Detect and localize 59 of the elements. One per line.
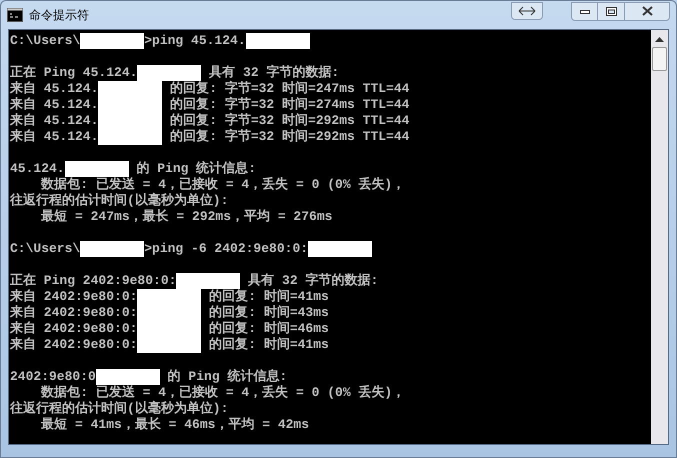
console-text: 往返行程的估计时间(以毫秒为单位): [10,193,228,209]
redaction-block [176,273,240,289]
scrollbar[interactable] [651,30,668,444]
close-button[interactable] [624,2,670,20]
console-text: 数据包: 已发送 = 4，已接收 = 4，丢失 = 0 (0% 丢失)， [40,177,406,192]
console-text: 的回复: 时间=41ms [208,289,329,305]
console-text: 的回复: 时间=41ms [208,337,329,353]
resize-button[interactable] [511,2,543,20]
console-text: 的回复: 字节=32 时间=274ms TTL=44 [169,97,410,112]
close-icon [642,6,652,16]
console-text: C:\Users\ [10,241,80,257]
console-text: 往返行程的估计时间(以毫秒为单位): [10,401,228,417]
console-text: >ping 45.124. [144,33,246,49]
console-text: 来自 45.124. [10,113,98,129]
restore-icon [606,6,616,16]
console-text: 的回复: 字节=32 时间=247ms TTL=44 [169,81,410,96]
console-text: 来自 2402:9e80:0: [10,289,138,305]
console-text: 的 Ping 统计信息: [166,369,288,384]
console-text: 最短 = 247ms，最长 = 292ms，平均 = 276ms [40,209,332,225]
console-text: 正在 Ping 45.124. [10,65,138,81]
redaction-block [64,161,129,177]
double-arrow-icon [518,6,536,16]
redaction-block [137,337,202,353]
scroll-thumb[interactable] [652,47,667,71]
console-text: 数据包: 已发送 = 4，已接收 = 4，丢失 = 0 (0% 丢失)， [40,385,406,400]
redaction-block [137,289,202,305]
console-text: 正在 Ping 2402:9e80:0: [10,273,176,289]
console-text: 的回复: 字节=32 时间=292ms TTL=44 [169,129,410,145]
scroll-up-icon[interactable] [655,36,664,42]
redaction-block [246,33,310,49]
console-text: 45.124. [10,161,65,177]
console-text: 来自 45.124. [10,81,98,97]
console-text: 具有 32 字节的数据: [208,65,340,80]
console-text: 最短 = 41ms，最长 = 46ms，平均 = 42ms [40,417,310,433]
console-text: 具有 32 字节的数据: [247,273,378,289]
console-text: C:\Users\ [10,33,80,49]
console-text: 的回复: 字节=32 时间=292ms TTL=44 [169,113,410,128]
console-text: 的回复: 时间=46ms [208,321,329,337]
window-title: 命令提示符 [29,7,89,24]
redaction-block [80,241,144,257]
console-text: 来自 2402:9e80:0: [10,337,138,353]
minimize-button[interactable] [571,2,598,20]
redaction-block [98,129,162,145]
minimize-icon [580,8,590,14]
console-text: 来自 45.124. [10,129,98,145]
maximize-button[interactable] [598,2,624,20]
redaction-block [96,369,160,385]
console-text: 来自 45.124. [10,97,98,113]
console-text: 来自 2402:9e80:0: [10,321,138,337]
console-text: >ping -6 2402:9e80:0: [144,241,308,257]
console-text: 的 Ping 统计信息: [135,161,256,176]
redaction-block [98,81,162,97]
redaction-block [308,241,372,257]
console-text: 的回复: 时间=43ms [208,305,329,321]
console-text: 来自 2402:9e80:0: [10,305,138,321]
redaction-block [80,33,144,49]
redaction-block [137,65,202,81]
console-text: 2402:9e80:0 [10,369,96,385]
console-icon [7,8,23,22]
